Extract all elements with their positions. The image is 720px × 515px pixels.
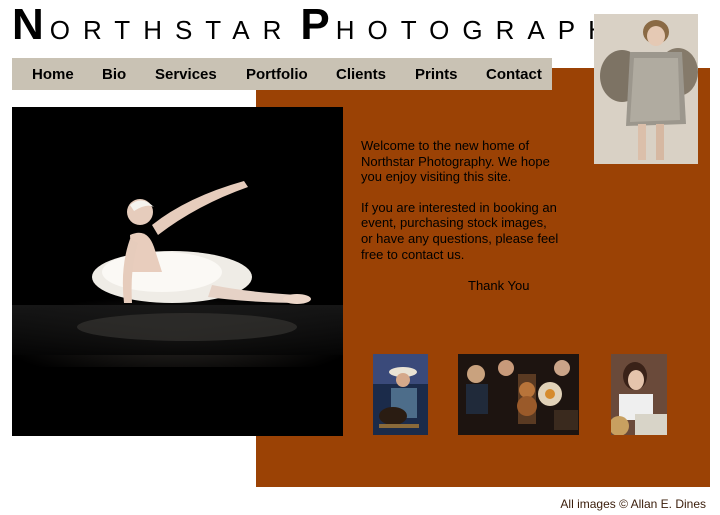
nav-bio[interactable]: Bio xyxy=(102,66,126,83)
welcome-text: Welcome to the new home of Northstar Pho… xyxy=(361,138,561,277)
thumb-party-photo[interactable] xyxy=(458,354,579,435)
ballerina-illustration xyxy=(12,107,343,436)
girl-illustration xyxy=(611,354,667,435)
welcome-paragraph-2: If you are interested in booking an even… xyxy=(361,199,559,262)
title-rest-orthstar: ORTHSTAR xyxy=(49,15,295,45)
party-illustration xyxy=(458,354,579,435)
image-credit: All images © Allan E. Dines xyxy=(560,497,706,511)
welcome-paragraph-1: Welcome to the new home of Northstar Pho… xyxy=(361,138,550,185)
title-cap-n: N xyxy=(12,0,44,49)
ballerina-photo xyxy=(12,107,343,436)
nav-home[interactable]: Home xyxy=(32,66,74,83)
thank-you-text: Thank You xyxy=(468,278,530,293)
fashion-model-photo xyxy=(594,14,698,164)
nav-portfolio[interactable]: Portfolio xyxy=(246,66,308,83)
thumb-girl-photo[interactable] xyxy=(611,354,667,435)
title-cap-p: P xyxy=(300,0,330,49)
nav-services[interactable]: Services xyxy=(155,66,217,83)
thumb-guitarist-photo[interactable] xyxy=(373,354,428,435)
nav-prints[interactable]: Prints xyxy=(415,66,458,83)
main-nav: Home Bio Services Portfolio Clients Prin… xyxy=(12,58,552,90)
nav-clients[interactable]: Clients xyxy=(336,66,386,83)
nav-contact[interactable]: Contact xyxy=(486,66,542,83)
site-title[interactable]: N ORTHSTAR P HOTOGRAPHY xyxy=(12,2,650,48)
fashion-illustration xyxy=(594,14,698,164)
guitarist-illustration xyxy=(373,354,428,435)
